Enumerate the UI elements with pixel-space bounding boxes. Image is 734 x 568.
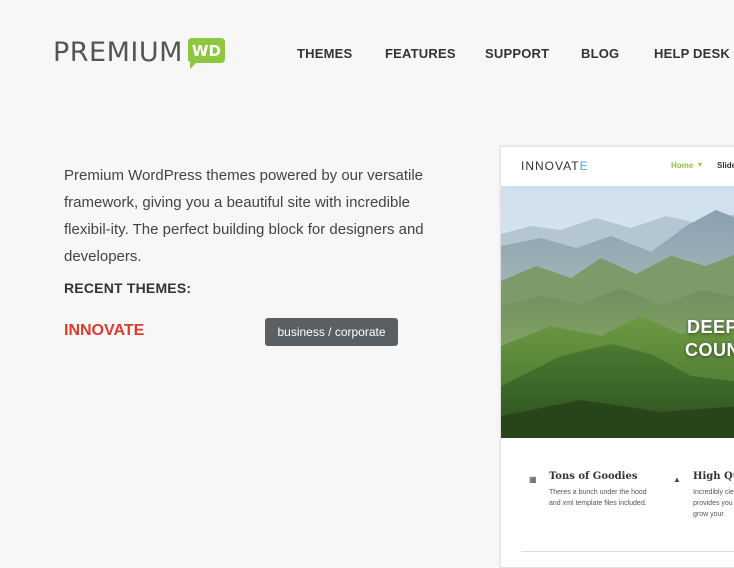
- preview-nav-home: Home: [671, 161, 694, 170]
- theme-link-innovate[interactable]: INNOVATE: [64, 322, 144, 340]
- intro-text: Premium WordPress themes powered by our …: [64, 167, 424, 265]
- preview-hero-title-line1: DEEP: [687, 317, 734, 337]
- site-logo[interactable]: PREMIUM WD: [53, 36, 225, 70]
- preview-hero-title-line2: COUN: [685, 340, 734, 360]
- nav-themes[interactable]: THEMES: [297, 46, 352, 61]
- logo-badge: WD: [187, 38, 225, 69]
- preview-nav-arrow-icon: ▾: [698, 160, 703, 169]
- grid-icon: ▦: [529, 475, 537, 484]
- preview-header: INNOVATE Home ▾ Slide: [501, 147, 734, 186]
- preview-logo: INNOVATE: [521, 159, 589, 173]
- logo-text: PREMIUM: [53, 37, 183, 68]
- nav-support[interactable]: SUPPORT: [485, 46, 549, 61]
- preview-hero-image: [501, 186, 734, 438]
- nav-help-desk[interactable]: HELP DESK: [654, 46, 730, 61]
- theme-preview[interactable]: INNOVATE Home ▾ Slide: [500, 146, 734, 568]
- recent-themes-heading: RECENT THEMES:: [64, 280, 192, 296]
- preview-nav-slide: Slide: [717, 161, 734, 170]
- preview-divider: [521, 551, 734, 552]
- nav-blog[interactable]: BLOG: [581, 46, 619, 61]
- nav-features[interactable]: FEATURES: [385, 46, 456, 61]
- flame-icon: ▲: [673, 475, 681, 484]
- category-tag: business / corporate: [265, 318, 398, 346]
